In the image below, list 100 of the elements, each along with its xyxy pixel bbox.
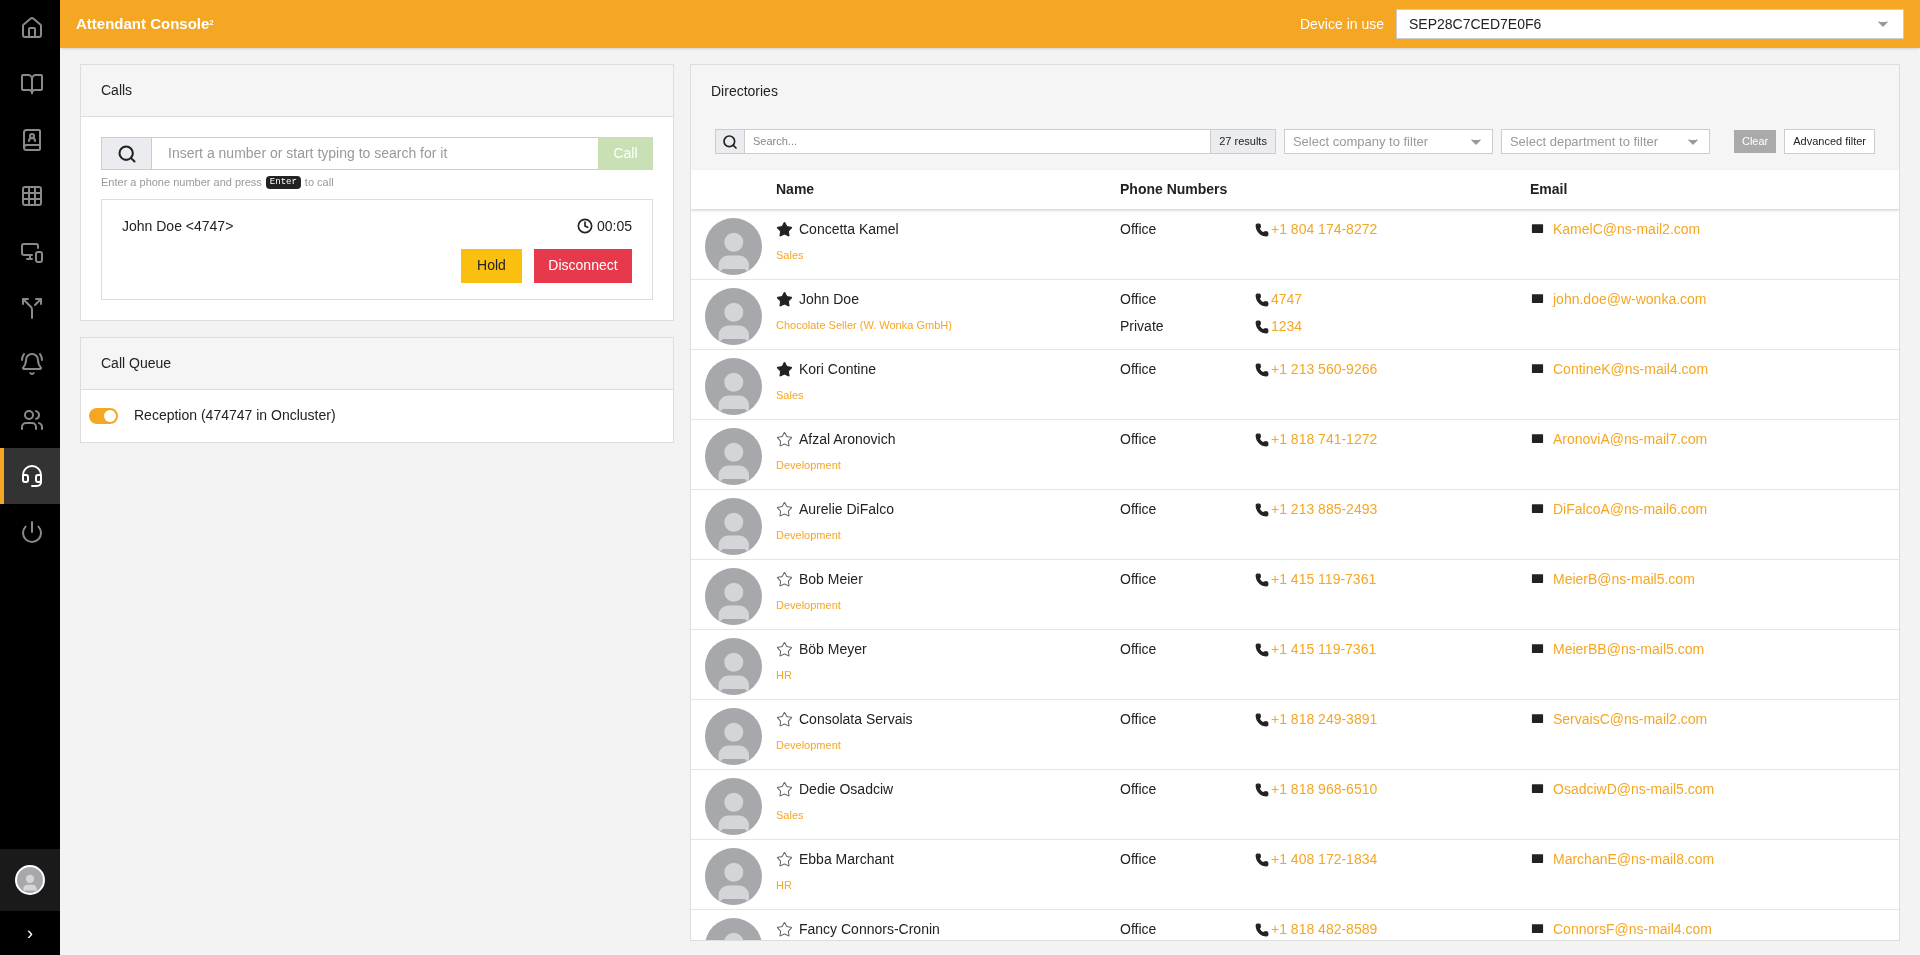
favorite-star-icon[interactable]: [776, 431, 793, 448]
phone-link[interactable]: +1 804 174-8272: [1271, 219, 1378, 240]
mail-icon: [1530, 781, 1545, 796]
favorite-star-icon[interactable]: [776, 361, 793, 378]
phone-link[interactable]: +1 818 249-3891: [1271, 709, 1378, 730]
mail-icon: [1530, 361, 1545, 376]
favorite-star-icon[interactable]: [776, 501, 793, 518]
contact-name: Dedie Osadciw: [799, 780, 894, 799]
dial-input[interactable]: Insert a number or start typing to search for it: [152, 137, 598, 170]
contact-department: Development: [776, 598, 842, 613]
expand-button[interactable]: ›: [0, 911, 60, 955]
phone-type: Office: [1120, 500, 1158, 519]
phone-icon: [1255, 362, 1269, 377]
avatar: [705, 638, 762, 695]
device-select[interactable]: SEP28C7CED7E0F6: [1396, 9, 1904, 39]
phone-link[interactable]: +1 818 968-6510: [1271, 779, 1378, 800]
favorite-star-icon[interactable]: [776, 641, 793, 658]
contact-department: Sales: [776, 808, 805, 823]
phone-link[interactable]: 1234: [1271, 316, 1303, 337]
mail-icon: [1530, 501, 1545, 516]
search-icon: [722, 133, 738, 150]
phone-icon: [1255, 222, 1269, 237]
keypad-icon: [20, 184, 44, 208]
email-link[interactable]: ServaisC@ns-mail2.com: [1553, 709, 1708, 730]
user-avatar[interactable]: [15, 865, 45, 895]
email-link[interactable]: MeierB@ns-mail5.com: [1553, 569, 1695, 590]
phone-icon: [1255, 502, 1269, 517]
dial-hint: Enter a phone number and press Enter to call: [101, 174, 335, 191]
caller-name: John Doe <4747>: [122, 216, 234, 236]
hold-button[interactable]: Hold: [461, 248, 522, 283]
phone-icon: [1255, 642, 1269, 657]
email-link[interactable]: DiFalcoA@ns-mail6.com: [1553, 499, 1708, 520]
contact-department: HR: [776, 668, 793, 683]
mail-icon: [1530, 711, 1545, 726]
avatar: [705, 708, 762, 765]
avatar: [705, 778, 762, 835]
phone-icon: [1255, 782, 1269, 797]
phone-link[interactable]: +1 818 482-8589: [1271, 919, 1378, 940]
email-link[interactable]: ConnorsF@ns-mail4.com: [1553, 919, 1712, 940]
favorite-star-icon[interactable]: [776, 851, 793, 868]
contact-name: Concetta Kamel: [799, 220, 899, 239]
panel-title: Calls: [101, 81, 133, 100]
phone-type: Office: [1120, 430, 1158, 449]
phone-link[interactable]: +1 213 560-9266: [1271, 359, 1378, 380]
company-filter[interactable]: Select company to filter: [1283, 129, 1493, 154]
sidebar-item[interactable]: [0, 448, 60, 504]
phone-icon: [1255, 712, 1269, 727]
search-input[interactable]: Search...: [745, 129, 1211, 154]
phone-link[interactable]: +1 818 741-1272: [1271, 429, 1378, 450]
email-link[interactable]: MeierBB@ns-mail5.com: [1553, 639, 1705, 660]
clock-icon: [576, 218, 593, 234]
department-filter[interactable]: Select department to filter: [1500, 129, 1710, 154]
contact-department: Development: [776, 738, 842, 753]
phone-type: Office: [1120, 220, 1158, 239]
phone-link[interactable]: +1 415 119-7361: [1271, 639, 1377, 660]
email-link[interactable]: MarchanE@ns-mail8.com: [1553, 849, 1715, 870]
mail-icon: [1530, 431, 1545, 446]
phone-type: Office: [1120, 850, 1158, 869]
phone-icon: [1255, 572, 1269, 587]
phone-link[interactable]: +1 213 885-2493: [1271, 499, 1378, 520]
mail-icon: [1530, 291, 1545, 306]
contact-department: Development: [776, 458, 842, 473]
phone-type: Office: [1120, 710, 1158, 729]
phone-link[interactable]: 4747: [1271, 289, 1303, 310]
avatar: [705, 358, 762, 415]
email-link[interactable]: KamelC@ns-mail2.com: [1553, 219, 1701, 240]
contact-department: Chocolate Seller (W. Wonka GmbH): [776, 318, 953, 333]
disconnect-button[interactable]: Disconnect: [534, 248, 632, 283]
advanced-filter-button[interactable]: Advanced filter: [1784, 129, 1875, 154]
email-link[interactable]: AronoviA@ns-mail7.com: [1553, 429, 1708, 450]
contact-book-icon: [20, 128, 44, 152]
call-button[interactable]: Call: [598, 137, 653, 170]
favorite-star-icon[interactable]: [776, 571, 793, 588]
phone-link[interactable]: +1 415 119-7361: [1271, 569, 1377, 590]
avatar: [705, 498, 762, 555]
favorite-star-icon[interactable]: [776, 781, 793, 798]
phone-link[interactable]: +1 408 172-1834: [1271, 849, 1378, 870]
contact-name: Böb Meyer: [799, 640, 867, 659]
avatar: [705, 428, 762, 485]
mail-icon: [1530, 221, 1545, 236]
phone-type: Office: [1120, 640, 1158, 659]
phone-icon: [1255, 922, 1269, 937]
headset-icon: [20, 464, 44, 488]
email-link[interactable]: OsadciwD@ns-mail5.com: [1553, 779, 1715, 800]
home-icon: [20, 16, 44, 40]
favorite-star-icon[interactable]: [776, 921, 793, 938]
contact-department: Sales: [776, 388, 805, 403]
mail-icon: [1530, 851, 1545, 866]
favorite-star-icon[interactable]: [776, 711, 793, 728]
email-link[interactable]: john.doe@w-wonka.com: [1553, 289, 1707, 310]
queue-label: Reception (474747 in Oncluster): [134, 406, 336, 425]
phone-type: Office: [1120, 780, 1158, 799]
clear-button[interactable]: Clear: [1733, 130, 1777, 153]
panel-title: Directories: [711, 81, 778, 101]
queue-toggle[interactable]: [89, 407, 118, 424]
favorite-star-icon[interactable]: [776, 221, 793, 238]
contact-name: Ebba Marchant: [799, 850, 894, 869]
email-link[interactable]: ContineK@ns-mail4.com: [1553, 359, 1709, 380]
mail-icon: [1530, 571, 1545, 586]
favorite-star-icon[interactable]: [776, 291, 793, 308]
